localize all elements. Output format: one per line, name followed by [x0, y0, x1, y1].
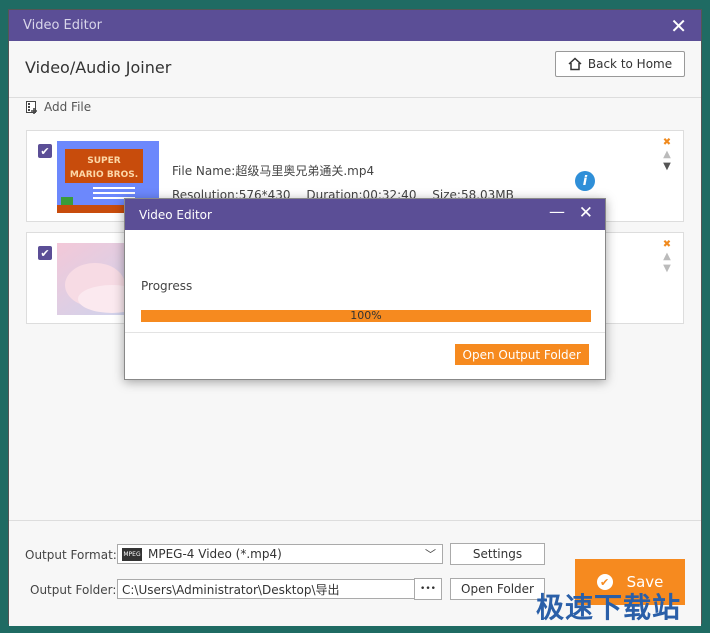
move-up-icon[interactable]: ▲ [661, 251, 673, 263]
divider [125, 332, 605, 333]
window-title: Video Editor [23, 18, 103, 33]
open-output-folder-label: Open Output Folder [462, 347, 581, 362]
move-up-icon[interactable]: ▲ [661, 149, 673, 161]
output-format-label: Output Format: [25, 548, 117, 562]
output-folder-label: Output Folder: [30, 583, 117, 597]
open-folder-button[interactable]: Open Folder [450, 578, 545, 600]
header: Video/Audio Joiner Back to Home [9, 41, 701, 98]
settings-label: Settings [472, 547, 523, 561]
item-checkbox[interactable]: ✔ [38, 144, 52, 158]
remove-icon[interactable]: ✖ [661, 239, 673, 251]
back-to-home-button[interactable]: Back to Home [555, 51, 685, 77]
home-icon [568, 57, 582, 71]
progress-label: Progress [141, 279, 193, 293]
progress-percent: 100% [350, 310, 382, 322]
open-folder-label: Open Folder [461, 582, 534, 596]
progress-bar: 100% [141, 310, 591, 322]
chevron-down-icon: ﹀ [425, 548, 436, 561]
dialog-title-bar: Video Editor — ✕ [125, 199, 605, 230]
item-checkbox[interactable]: ✔ [38, 246, 52, 260]
close-icon[interactable]: ✕ [670, 14, 687, 38]
remove-icon[interactable]: ✖ [661, 137, 673, 149]
mpeg-icon: MPEG [122, 547, 142, 561]
settings-button[interactable]: Settings [450, 543, 545, 565]
add-file-icon [26, 100, 37, 114]
output-format-select[interactable]: MPEG MPEG-4 Video (*.mp4) ﹀ [117, 544, 443, 564]
svg-text:SUPER: SUPER [87, 156, 121, 166]
item-controls: ✖ ▲ ▼ [661, 137, 673, 173]
watermark: 极速下载站 [536, 591, 682, 624]
move-down-icon[interactable]: ▼ [661, 263, 673, 275]
output-format-value: MPEG-4 Video (*.mp4) [148, 547, 282, 561]
minimize-icon[interactable]: — [549, 202, 565, 221]
output-folder-input[interactable]: C:\Users\Administrator\Desktop\导出 [117, 579, 415, 599]
close-icon[interactable]: ✕ [579, 203, 593, 223]
add-file-label: Add File [44, 100, 92, 114]
file-name: File Name:超级马里奥兄弟通关.mp4 [172, 164, 375, 178]
move-down-icon[interactable]: ▼ [661, 161, 673, 173]
item-controls: ✖ ▲ ▼ [661, 239, 673, 275]
add-file-button[interactable]: Add File [26, 100, 91, 114]
page-title: Video/Audio Joiner [25, 58, 172, 77]
back-to-home-label: Back to Home [587, 57, 673, 71]
dialog-title: Video Editor [139, 208, 212, 222]
browse-button[interactable]: ••• [414, 578, 442, 600]
info-icon[interactable]: i [575, 171, 595, 191]
title-bar: Video Editor ✕ [9, 10, 701, 41]
progress-dialog: Video Editor — ✕ Progress 100% Open Outp… [124, 198, 606, 380]
open-output-folder-button[interactable]: Open Output Folder [454, 344, 589, 365]
svg-text:MARIO BROS.: MARIO BROS. [70, 170, 138, 180]
